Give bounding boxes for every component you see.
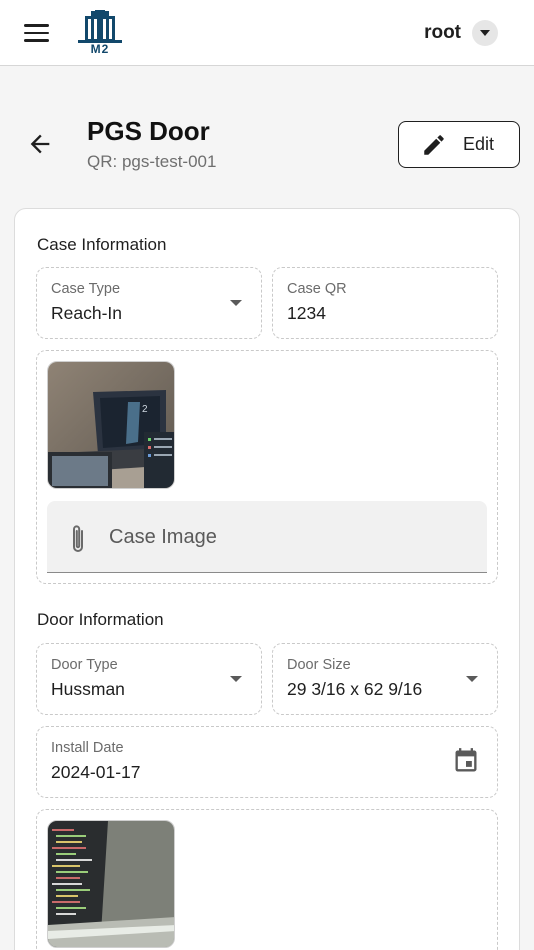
back-arrow-icon[interactable] [26,130,54,158]
door-type-label: Door Type [51,657,118,673]
page-subtitle: QR: pgs-test-001 [87,152,217,171]
user-menu[interactable]: root [424,19,498,47]
chevron-down-icon[interactable] [472,20,498,46]
paperclip-icon [73,525,83,552]
logo-text: M2 [90,42,110,56]
dropdown-arrow-icon [230,676,242,682]
monitor-photo-image [48,821,174,947]
install-date-value: 2024-01-17 [51,762,141,782]
door-size-value: 29 3/16 x 62 9/16 [287,679,423,699]
case-info-title: Case Information [37,235,167,254]
case-type-label: Case Type [51,281,121,297]
door-image-field [36,809,498,950]
building-logo-icon [78,10,122,43]
edit-button[interactable]: Edit [398,121,520,168]
case-qr-field[interactable]: Case QR 1234 [272,267,498,339]
calendar-icon[interactable] [452,747,480,780]
laptop-photo-image: 2 [48,362,174,488]
case-image-label: Case Image [109,526,217,548]
dropdown-arrow-icon [466,676,478,682]
case-qr-value: 1234 [287,303,326,323]
app-bar: M2 root [0,0,534,66]
case-type-value: Reach-In [51,303,123,323]
edit-label: Edit [463,134,495,154]
pencil-icon [424,134,444,155]
case-type-select[interactable]: Case Type Reach-In [36,267,262,339]
svg-text:2: 2 [142,404,148,415]
door-info-title: Door Information [37,610,164,629]
company-logo[interactable]: M2 [78,10,122,56]
install-date-label: Install Date [51,740,124,756]
user-name: root [424,22,461,43]
details-card: Case Information Case Type Reach-In Case… [14,208,520,950]
menu-icon[interactable] [24,22,50,44]
door-type-select[interactable]: Door Type Hussman [36,643,262,715]
door-image-thumbnail[interactable] [47,820,175,948]
door-size-label: Door Size [287,657,351,673]
case-image-thumbnail[interactable]: 2 [47,361,175,489]
case-image-upload[interactable]: Case Image [47,501,487,573]
page-title: PGS Door [87,116,210,146]
install-date-field[interactable]: Install Date 2024-01-17 [36,726,498,798]
case-qr-label: Case QR [287,281,347,297]
case-image-field: 2 Case Image [36,350,498,584]
dropdown-arrow-icon [230,300,242,306]
door-type-value: Hussman [51,679,125,699]
door-size-select[interactable]: Door Size 29 3/16 x 62 9/16 [272,643,498,715]
